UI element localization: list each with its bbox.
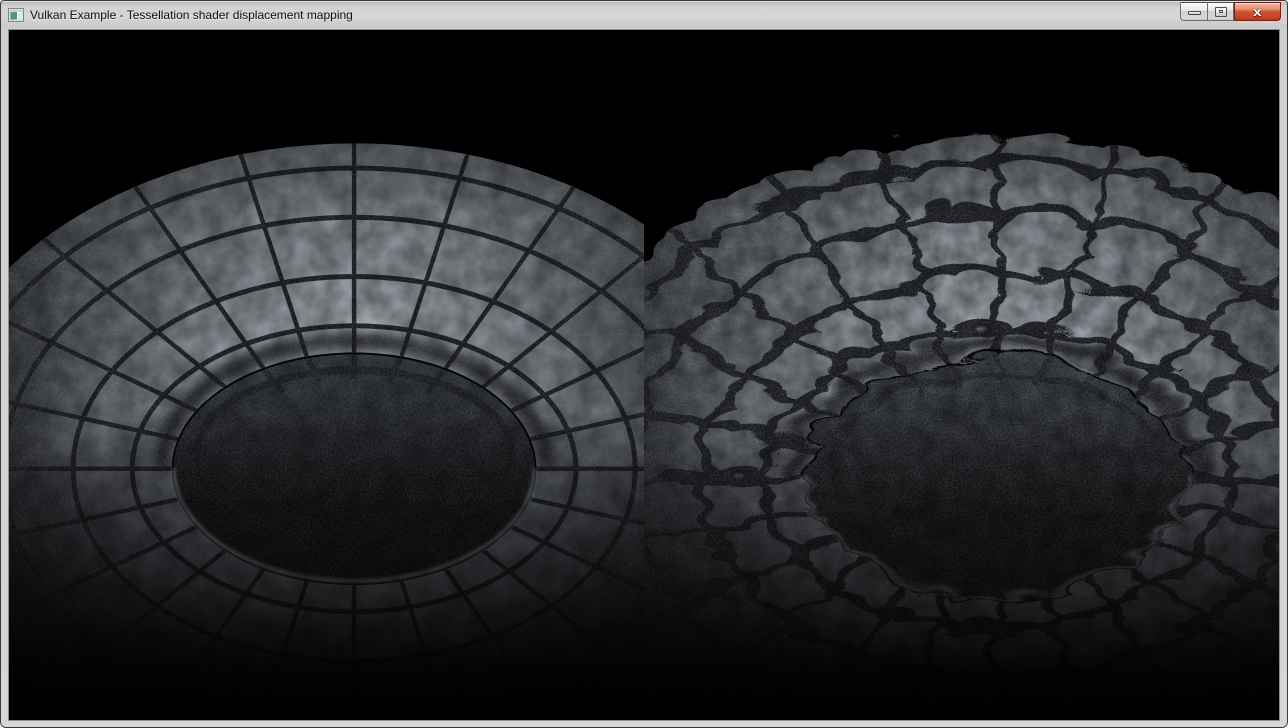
vulkan-render-surface[interactable] (9, 30, 1279, 720)
vulkan-app-icon (8, 7, 24, 23)
window: Vulkan Example - Tessellation shader dis… (0, 0, 1288, 728)
close-button[interactable]: x (1234, 2, 1281, 21)
window-controls: x (1180, 2, 1281, 21)
render-area[interactable] (8, 29, 1280, 721)
minimize-icon (1188, 11, 1201, 15)
titlebar[interactable]: Vulkan Example - Tessellation shader dis… (1, 1, 1287, 28)
bottom-shadow-overlay (9, 415, 1279, 721)
window-title: Vulkan Example - Tessellation shader dis… (30, 8, 353, 22)
maximize-button[interactable] (1207, 2, 1234, 21)
top-shadow-overlay (9, 30, 1279, 217)
minimize-button[interactable] (1180, 2, 1207, 21)
window-frame (1, 28, 1287, 728)
maximize-icon (1215, 7, 1227, 17)
close-icon: x (1253, 6, 1261, 18)
